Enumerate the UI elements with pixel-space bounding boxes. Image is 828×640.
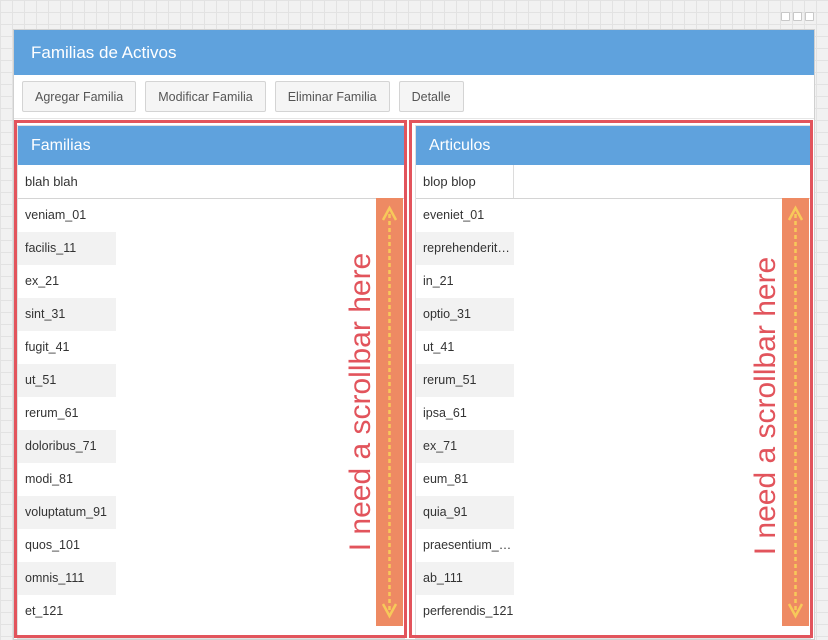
column-header-blah[interactable]: blah blah	[18, 165, 404, 198]
panel-title: Familias de Activos	[14, 30, 814, 75]
detalle-button[interactable]: Detalle	[398, 81, 464, 112]
table-row[interactable]: optio_31	[416, 298, 514, 331]
scroll-arrow-annotation-left	[376, 198, 403, 626]
table-row[interactable]: veniam_01	[18, 199, 116, 232]
table-row[interactable]: perferendis_121	[416, 595, 514, 628]
table-row[interactable]: fugit_41	[18, 331, 116, 364]
annotation-text-left: I need a scrollbar here	[344, 252, 377, 552]
table-row[interactable]: ut_51	[18, 364, 116, 397]
table-row[interactable]: voluptatum_91	[18, 496, 116, 529]
table-row[interactable]: rerum_61	[18, 397, 116, 430]
table-row[interactable]: doloribus_71	[18, 430, 116, 463]
eliminar-familia-button[interactable]: Eliminar Familia	[274, 81, 390, 112]
articulos-title: Articulos	[416, 126, 810, 165]
maximize-icon[interactable]	[793, 12, 802, 21]
table-row[interactable]: rerum_51	[416, 364, 514, 397]
toolbar: Agregar Familia Modificar Familia Elimin…	[14, 75, 814, 119]
table-row[interactable]: reprehenderit_11	[416, 232, 514, 265]
close-icon[interactable]	[805, 12, 814, 21]
table-row[interactable]: eveniet_01	[416, 199, 514, 232]
double-arrow-icon	[381, 205, 398, 619]
table-row[interactable]: quia_91	[416, 496, 514, 529]
window-controls	[781, 12, 814, 21]
table-row[interactable]: et_121	[18, 595, 116, 628]
modificar-familia-button[interactable]: Modificar Familia	[145, 81, 266, 112]
table-row[interactable]: ipsa_61	[416, 397, 514, 430]
articulos-column-header: blop blop	[416, 165, 810, 199]
scroll-arrow-annotation-right	[782, 198, 809, 626]
table-row[interactable]: ex_21	[18, 265, 116, 298]
table-row[interactable]: praesentium_101	[416, 529, 514, 562]
table-row[interactable]: eum_81	[416, 463, 514, 496]
table-row[interactable]: in_21	[416, 265, 514, 298]
table-row[interactable]: ut_41	[416, 331, 514, 364]
familias-column-header: blah blah	[18, 165, 404, 199]
table-row[interactable]: ab_111	[416, 562, 514, 595]
minimize-icon[interactable]	[781, 12, 790, 21]
double-arrow-icon	[787, 205, 804, 619]
table-row[interactable]: facilis_11	[18, 232, 116, 265]
column-header-blop[interactable]: blop blop	[416, 165, 514, 198]
table-row[interactable]: sint_31	[18, 298, 116, 331]
familias-de-activos-panel: Familias de Activos Agregar Familia Modi…	[13, 29, 815, 640]
table-row[interactable]: ex_71	[416, 430, 514, 463]
familias-title: Familias	[18, 126, 404, 165]
agregar-familia-button[interactable]: Agregar Familia	[22, 81, 137, 112]
table-row[interactable]: quos_101	[18, 529, 116, 562]
table-row[interactable]: omnis_111	[18, 562, 116, 595]
table-row[interactable]: modi_81	[18, 463, 116, 496]
annotation-text-right: I need a scrollbar here	[749, 256, 782, 556]
